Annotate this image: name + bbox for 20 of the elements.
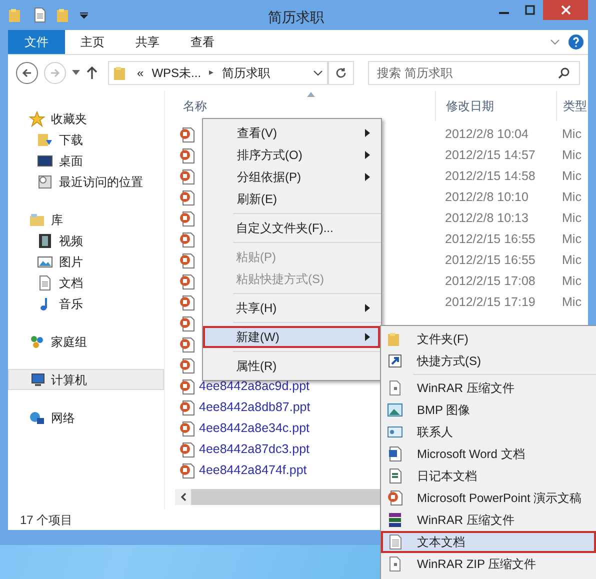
file-type: Mic: [562, 274, 582, 288]
modified-date: 2012/2/15 14:58: [445, 169, 536, 184]
modified-date: 2012/2/15 16:55: [445, 232, 536, 246]
file-type: Mic: [562, 253, 582, 268]
file-type: Mic: [562, 190, 582, 204]
modified-date: 2012/2/15 14:57: [445, 148, 536, 162]
file-type: Mic: [562, 148, 582, 162]
modified-date: 2012/2/8 10:13: [445, 211, 528, 226]
window-title: 简历求职: [268, 8, 324, 27]
modified-date: 2012/2/15 16:55: [445, 253, 536, 268]
item-count: 17 个项目: [20, 512, 73, 528]
modified-date: 2012/2/8 10:04: [445, 127, 528, 142]
file-type: Mic: [562, 211, 582, 226]
file-type: Mic: [562, 295, 582, 310]
modified-date: 2012/2/8 10:10: [445, 190, 528, 204]
file-type: Mic: [562, 232, 582, 246]
file-type: Mic: [562, 127, 582, 142]
file-type: Mic: [562, 169, 582, 184]
modified-date: 2012/2/15 17:08: [445, 274, 536, 288]
modified-date: 2012/2/15 17:19: [445, 295, 536, 310]
